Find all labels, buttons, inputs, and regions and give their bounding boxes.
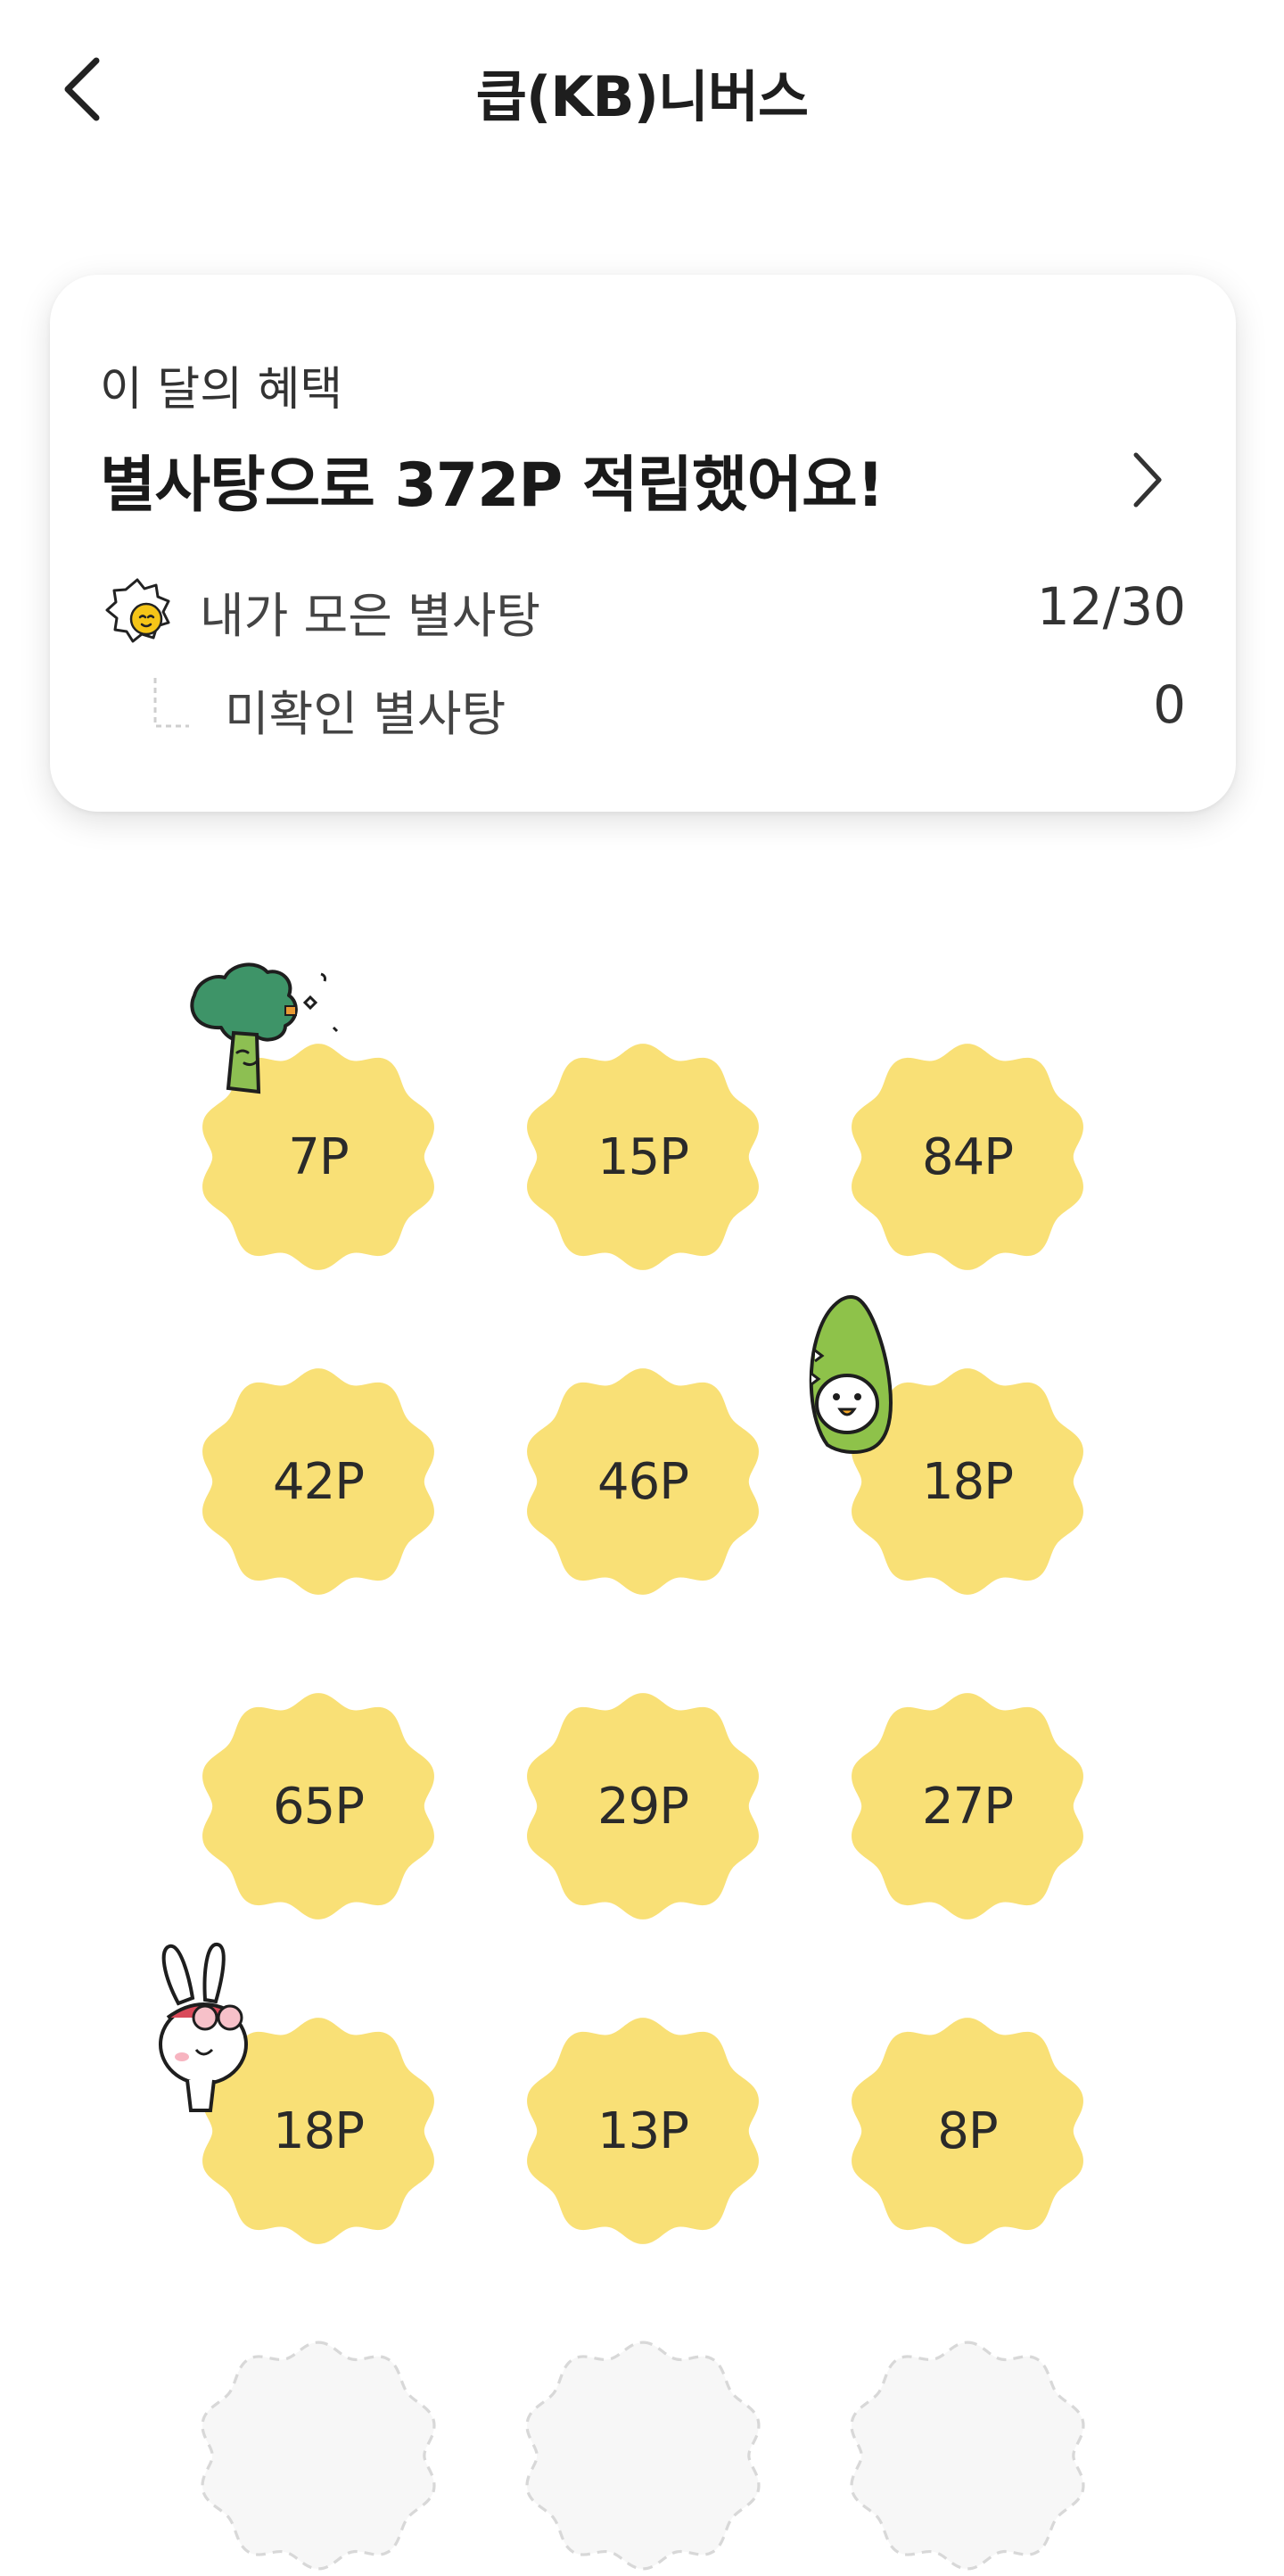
star-candy-item[interactable]: 13P	[523, 2010, 763, 2251]
monthly-benefit-card[interactable]: 이 달의 혜택 별사탕으로 372P 적립했어요! 내가 모은 별사탕 12/3…	[50, 275, 1236, 812]
star-candy-item[interactable]: 46P	[523, 1361, 763, 1602]
candy-points: 8P	[937, 2101, 998, 2160]
benefit-headline: 별사탕으로 372P 적립했어요!	[100, 450, 885, 521]
benefit-subtitle: 이 달의 혜택	[100, 363, 343, 417]
candy-points: 84P	[921, 1127, 1014, 1186]
candy-points: 46P	[597, 1452, 689, 1511]
candy-points: 42P	[272, 1452, 365, 1511]
collected-candy-count: 12/30	[1036, 576, 1186, 637]
chevron-right-icon[interactable]	[1120, 444, 1173, 516]
star-candy-icon	[102, 574, 173, 646]
unchecked-candy-count: 0	[1153, 674, 1186, 735]
empty-candy-slot	[523, 2335, 763, 2576]
top-bar: 큽(KB)니버스	[0, 0, 1284, 178]
page-title: 큽(KB)니버스	[475, 64, 809, 129]
crocodile-character-icon	[801, 1288, 917, 1457]
collected-candy-label: 내가 모은 별사탕	[200, 588, 541, 644]
unchecked-candy-label: 미확인 별사탕	[225, 686, 506, 742]
candy-points: 13P	[597, 2101, 689, 2160]
empty-candy-slot	[198, 2335, 439, 2576]
star-candy-item[interactable]: 65P	[198, 1686, 439, 1927]
candy-points: 65P	[272, 1777, 365, 1836]
star-candy-item[interactable]: 27P	[847, 1686, 1088, 1927]
star-candy-item[interactable]: 8P	[847, 2010, 1088, 2251]
star-candy-item[interactable]: 29P	[523, 1686, 763, 1927]
broccoli-character-icon	[152, 956, 357, 1135]
candy-points: 29P	[597, 1777, 689, 1836]
candy-points: 15P	[597, 1127, 689, 1186]
candy-points: 27P	[921, 1777, 1014, 1836]
star-candy-item[interactable]: 42P	[198, 1361, 439, 1602]
star-candy-item[interactable]: 15P	[523, 1036, 763, 1277]
bunny-character-icon	[152, 1932, 276, 2119]
star-candy-item[interactable]: 84P	[847, 1036, 1088, 1277]
empty-candy-slot	[847, 2335, 1088, 2576]
tree-connector	[148, 674, 193, 737]
